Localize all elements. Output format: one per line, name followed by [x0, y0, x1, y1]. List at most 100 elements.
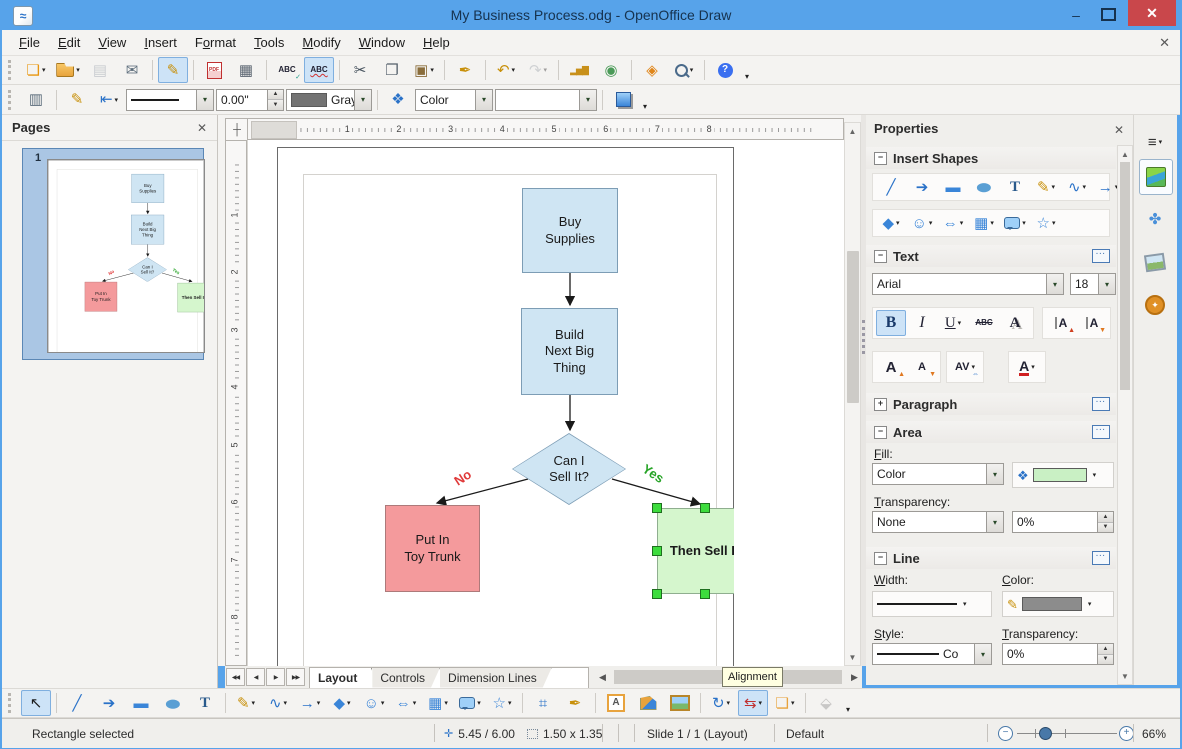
- menu-format[interactable]: Format: [186, 31, 245, 54]
- dropdown-icon[interactable]: ▾: [1022, 219, 1026, 227]
- send-email-button[interactable]: ✉: [117, 57, 147, 83]
- insert-rectangle-button[interactable]: ▬: [938, 174, 968, 200]
- spin-up-icon[interactable]: ▲: [1098, 512, 1113, 523]
- vertical-ruler[interactable]: 1 2 3 4 5 6 7 8: [225, 140, 247, 666]
- callouts-button[interactable]: ▾: [455, 690, 485, 716]
- cut-button[interactable]: ✂: [345, 57, 375, 83]
- dropdown-icon[interactable]: ▾: [1098, 274, 1115, 294]
- flowcharts-button[interactable]: ▦ ▾: [423, 690, 453, 716]
- superscript-button[interactable]: A ▲: [1046, 310, 1076, 336]
- dropdown-icon[interactable]: ▾: [252, 699, 256, 707]
- block-arrows-button[interactable]: ⇔ ▾: [391, 690, 421, 716]
- dropdown-icon[interactable]: ▾: [971, 363, 975, 371]
- spin-up-icon[interactable]: ▲: [268, 89, 283, 100]
- dropdown-icon[interactable]: ▾: [444, 699, 448, 707]
- scroll-right-icon[interactable]: ▶: [847, 669, 862, 685]
- expand-icon[interactable]: +: [874, 397, 887, 411]
- toolbar-overflow-icon[interactable]: ▾: [745, 72, 749, 84]
- selection-handle[interactable]: [652, 546, 662, 556]
- line-button[interactable]: ╱: [62, 690, 92, 716]
- fill-type-select[interactable]: Color ▾: [872, 463, 1004, 485]
- insert-curve-button[interactable]: ✎ ▾: [1031, 174, 1061, 200]
- dropdown-icon[interactable]: ▾: [791, 699, 795, 707]
- tab-dimension-lines[interactable]: Dimension Lines: [440, 668, 552, 688]
- insert-shapes-section-header[interactable]: − Insert Shapes: [866, 147, 1116, 169]
- dropdown-icon[interactable]: ▾: [958, 319, 962, 327]
- scroll-down-icon[interactable]: ▼: [1119, 669, 1131, 683]
- first-page-icon[interactable]: ◀◀: [226, 668, 245, 686]
- shadow-button[interactable]: [608, 87, 638, 113]
- paste-button[interactable]: ▣ ▾: [409, 57, 439, 83]
- italic-button[interactable]: I: [907, 310, 937, 336]
- dropdown-icon[interactable]: ▾: [284, 699, 288, 707]
- font-size-select[interactable]: 18 ▾: [1070, 273, 1116, 295]
- shape-buy-supplies[interactable]: Buy Supplies: [522, 188, 618, 273]
- horizontal-ruler[interactable]: 1 2 3 4 5 6 7 8: [247, 118, 844, 140]
- scroll-up-icon[interactable]: ▲: [1119, 147, 1131, 161]
- menu-edit[interactable]: Edit: [49, 31, 89, 54]
- dropdown-icon[interactable]: ▾: [1052, 183, 1056, 191]
- insert-connector-button[interactable]: ∿ ▾: [1062, 174, 1092, 200]
- decrease-font-size-button[interactable]: A ▼: [907, 354, 937, 380]
- dropdown-icon[interactable]: ▾: [477, 699, 481, 707]
- gallery-button[interactable]: ◉: [596, 57, 626, 83]
- drawing-workspace[interactable]: No Yes Buy Supplies Build Next Big Thing Can IS…: [247, 140, 845, 666]
- shape-then-sell-it[interactable]: Then Sell It: [177, 282, 204, 313]
- dropdown-icon[interactable]: ▾: [475, 89, 492, 110]
- lines-and-arrows-button[interactable]: → ▾: [295, 690, 325, 716]
- basic-shapes-button[interactable]: ◆ ▾: [327, 690, 357, 716]
- gallery-tab[interactable]: [1139, 245, 1171, 279]
- undo-button[interactable]: ↶ ▾: [491, 57, 521, 83]
- navigator-tab[interactable]: ✦: [1139, 288, 1171, 322]
- connector-button[interactable]: ∿ ▾: [263, 690, 293, 716]
- spin-up-icon[interactable]: ▲: [1098, 644, 1113, 655]
- fill-type-select[interactable]: Color ▾: [415, 88, 493, 111]
- dropdown-icon[interactable]: ▾: [974, 644, 991, 664]
- dropdown-icon[interactable]: ▾: [1093, 471, 1097, 479]
- area-transparency-value[interactable]: 0% ▲ ▼: [1012, 511, 1114, 533]
- dropdown-icon[interactable]: ▾: [196, 89, 213, 110]
- stars-button[interactable]: ☆ ▾: [487, 690, 517, 716]
- zoom-slider-thumb[interactable]: [1039, 727, 1052, 740]
- clone-formatting-button[interactable]: ✒: [450, 57, 480, 83]
- curve-button[interactable]: ✎ ▾: [231, 690, 261, 716]
- dropdown-icon[interactable]: ▾: [354, 89, 371, 110]
- insert-picture-button[interactable]: [665, 690, 695, 716]
- menu-file[interactable]: File: [10, 31, 49, 54]
- symbol-shapes-button[interactable]: ☺ ▾: [359, 690, 389, 716]
- dropdown-icon[interactable]: ▾: [347, 699, 351, 707]
- menu-modify[interactable]: Modify: [293, 31, 349, 54]
- line-color-select[interactable]: Gray 6▾: [286, 88, 372, 111]
- dropdown-icon[interactable]: ▾: [1031, 363, 1035, 371]
- scroll-left-icon[interactable]: ◀: [595, 669, 610, 685]
- callout-shapes-button[interactable]: ▾: [1000, 210, 1030, 236]
- tab-layout[interactable]: Layout: [310, 668, 372, 688]
- dropdown-icon[interactable]: ▾: [381, 699, 385, 707]
- dropdown-icon[interactable]: ▾: [115, 96, 119, 104]
- fill-color-button[interactable]: ❖ ▾: [1012, 462, 1114, 488]
- flowchart-shapes-button[interactable]: ▦ ▾: [969, 210, 999, 236]
- auto-spellcheck-button[interactable]: ABC: [304, 57, 334, 83]
- dropdown-icon[interactable]: ▾: [579, 89, 596, 110]
- subscript-button[interactable]: A ▼: [1077, 310, 1107, 336]
- insert-line-arrow-button[interactable]: ➔: [907, 174, 937, 200]
- menu-help[interactable]: Help: [414, 31, 459, 54]
- spinner[interactable]: ▲ ▼: [267, 89, 283, 110]
- select-button[interactable]: ↖: [21, 690, 51, 716]
- area-style-button[interactable]: ❖: [383, 87, 413, 113]
- line-ends-with-arrow-button[interactable]: ➔: [94, 690, 124, 716]
- line-transparency-value[interactable]: 0% ▲ ▼: [1002, 643, 1114, 665]
- transparency-type-select[interactable]: None ▾: [872, 511, 1004, 533]
- font-color-button[interactable]: A ▾: [1012, 354, 1042, 380]
- minimize-button[interactable]: –: [1062, 3, 1090, 26]
- collapse-icon[interactable]: −: [874, 551, 887, 565]
- toolbar-grip[interactable]: [8, 693, 15, 713]
- arrow-style-button[interactable]: ⇤ ▾: [94, 87, 124, 113]
- dropdown-icon[interactable]: ▾: [986, 512, 1003, 532]
- drawing-page[interactable]: No Yes Buy Supplies Build Next Big Thing Can IS…: [277, 147, 734, 666]
- last-page-icon[interactable]: ▶▶: [286, 668, 305, 686]
- dropdown-icon[interactable]: ▾: [727, 699, 731, 707]
- dropdown-icon[interactable]: ▾: [76, 66, 80, 74]
- sidebar-scrollbar[interactable]: ▲ ▼: [1117, 145, 1133, 685]
- spin-down-icon[interactable]: ▼: [268, 100, 283, 110]
